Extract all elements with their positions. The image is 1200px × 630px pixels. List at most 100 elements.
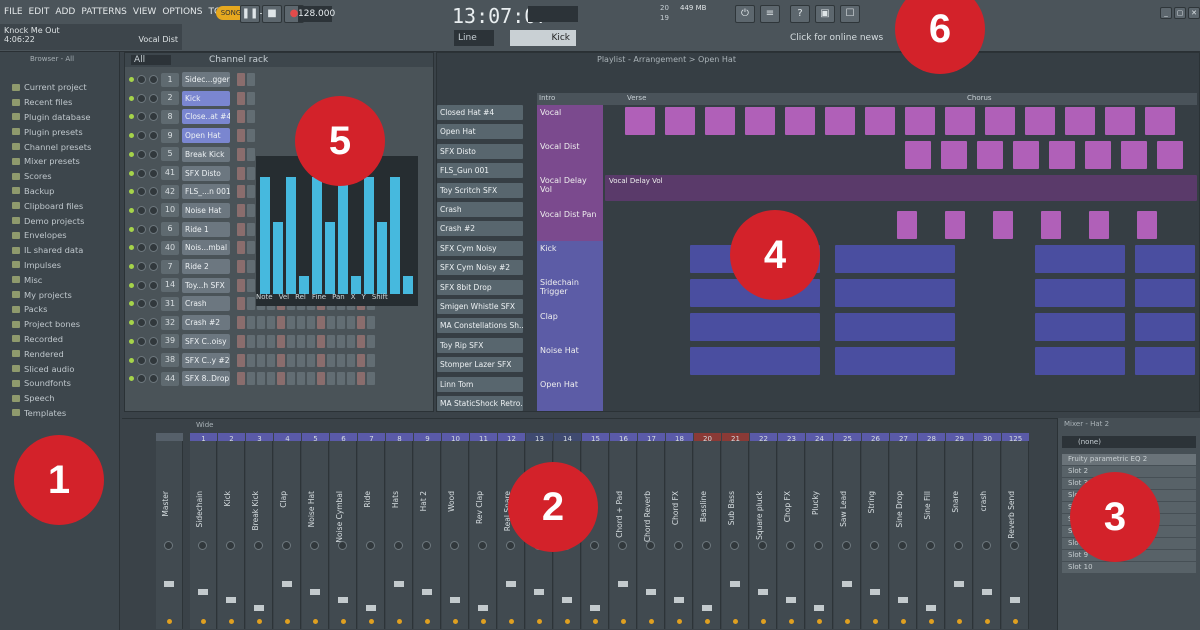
- clip-source-item[interactable]: Toy Scritch SFX: [437, 182, 523, 198]
- clip-source-item[interactable]: FLS_Gun 001: [437, 163, 523, 179]
- pattern-clip[interactable]: [1089, 211, 1109, 239]
- pan-knob[interactable]: [786, 541, 795, 550]
- pan-knob[interactable]: [137, 243, 146, 253]
- step-button[interactable]: [337, 372, 345, 386]
- channel-name-button[interactable]: Break Kick: [182, 146, 230, 162]
- step-button[interactable]: [247, 129, 255, 143]
- record-led[interactable]: [985, 619, 990, 624]
- volume-knob[interactable]: [149, 262, 158, 271]
- channel-led[interactable]: [129, 77, 134, 82]
- pattern-clip[interactable]: [1041, 211, 1061, 239]
- channel-name-button[interactable]: Sidec...gger: [182, 72, 230, 87]
- step-sequencer[interactable]: [237, 316, 375, 330]
- channel-led[interactable]: [129, 207, 134, 213]
- record-led[interactable]: [649, 619, 654, 624]
- step-button[interactable]: [297, 316, 305, 330]
- maximize-icon[interactable]: ▢: [1174, 7, 1186, 19]
- browser-item[interactable]: Envelopes: [0, 228, 119, 243]
- mixer-track-number[interactable]: 31: [161, 296, 179, 311]
- record-led[interactable]: [565, 619, 570, 624]
- volume-fader[interactable]: [842, 581, 852, 587]
- pan-knob[interactable]: [137, 112, 146, 122]
- step-button[interactable]: [307, 316, 315, 330]
- step-button[interactable]: [267, 334, 275, 348]
- mixer-track-snare[interactable]: Snare: [946, 441, 973, 629]
- step-sequencer[interactable]: [237, 372, 375, 386]
- mixer-track-reverb-send[interactable]: Reverb Send: [1002, 441, 1029, 629]
- volume-knob[interactable]: [149, 336, 158, 346]
- record-led[interactable]: [257, 619, 262, 624]
- channel-name-button[interactable]: SFX C..y #2: [182, 352, 230, 368]
- pan-knob[interactable]: [814, 541, 823, 550]
- volume-knob[interactable]: [149, 355, 158, 365]
- clip-source-item[interactable]: SFX 8bit Drop: [437, 279, 523, 295]
- pan-knob[interactable]: [137, 131, 146, 141]
- volume-fader[interactable]: [534, 589, 544, 595]
- save-icon[interactable]: ▣: [815, 5, 835, 23]
- volume-fader[interactable]: [786, 597, 796, 603]
- mixer-track-number[interactable]: 9: [161, 128, 179, 143]
- record-led[interactable]: [201, 619, 206, 624]
- pattern-clip[interactable]: [705, 107, 735, 135]
- mixer-track-hat-2[interactable]: Hat 2: [414, 441, 441, 629]
- mixer-track-number[interactable]: 38: [161, 353, 179, 367]
- channel-row[interactable]: 32 Crash #2: [129, 314, 375, 331]
- step-button[interactable]: [257, 316, 265, 330]
- pan-knob[interactable]: [137, 205, 146, 215]
- volume-fader[interactable]: [198, 589, 208, 595]
- mixer-track-number[interactable]: 32: [161, 315, 179, 330]
- browser-item[interactable]: Speech: [0, 391, 119, 406]
- channel-led[interactable]: [129, 264, 134, 269]
- step-button[interactable]: [307, 353, 315, 367]
- step-button[interactable]: [327, 353, 335, 367]
- mixer-track-noise-cymbal[interactable]: Noise Cymbal: [330, 441, 357, 629]
- playlist-track-header[interactable]: Sidechain Trigger: [537, 275, 603, 309]
- input-select[interactable]: (none): [1062, 436, 1196, 448]
- step-sequencer[interactable]: [237, 91, 255, 105]
- clip-source-item[interactable]: Stomper Lazer SFX: [437, 357, 523, 373]
- pan-knob[interactable]: [137, 355, 146, 365]
- mixer-track-number[interactable]: 10: [161, 203, 179, 218]
- step-button[interactable]: [237, 222, 245, 236]
- step-button[interactable]: [237, 297, 245, 311]
- mixer-track-bassline[interactable]: Bassline: [694, 441, 721, 629]
- volume-knob[interactable]: [149, 168, 158, 178]
- step-button[interactable]: [337, 316, 345, 330]
- step-sequencer[interactable]: [237, 110, 255, 124]
- step-button[interactable]: [237, 73, 245, 86]
- channel-led[interactable]: [129, 170, 134, 176]
- step-button[interactable]: [277, 372, 285, 386]
- menu-item-view[interactable]: VIEW: [133, 7, 156, 17]
- browser-item[interactable]: Recent files: [0, 95, 119, 110]
- mixer-track-number[interactable]: 2: [161, 91, 179, 106]
- volume-knob[interactable]: [149, 299, 158, 309]
- step-button[interactable]: [247, 297, 255, 311]
- mixer-track-number[interactable]: 7: [161, 259, 179, 274]
- mixer-track-square-pluck[interactable]: Square pluck: [750, 441, 777, 629]
- step-button[interactable]: [357, 334, 365, 348]
- playlist-track-header[interactable]: Vocal Dist: [537, 139, 603, 173]
- pattern-clip[interactable]: [665, 107, 695, 135]
- channel-name-button[interactable]: Toy...h SFX: [182, 277, 230, 293]
- menu-item-edit[interactable]: EDIT: [29, 7, 50, 17]
- step-sequencer[interactable]: [237, 353, 375, 367]
- record-led[interactable]: [481, 619, 486, 624]
- step-button[interactable]: [247, 147, 255, 161]
- browser-item[interactable]: Soundfonts: [0, 376, 119, 391]
- pattern-clip[interactable]: [1035, 279, 1125, 307]
- volume-fader[interactable]: [870, 589, 880, 595]
- channel-led[interactable]: [129, 376, 134, 382]
- record-led[interactable]: [425, 619, 430, 624]
- step-button[interactable]: [347, 353, 355, 367]
- volume-fader[interactable]: [590, 605, 600, 611]
- stop-button[interactable]: ■: [262, 5, 282, 23]
- pattern-clip[interactable]: [1145, 107, 1175, 135]
- clip-source-item[interactable]: SFX Cym Noisy #2: [437, 260, 523, 276]
- step-button[interactable]: [307, 334, 315, 348]
- step-button[interactable]: [287, 372, 295, 386]
- clip-source-item[interactable]: Smigen Whistle SFX: [437, 299, 523, 314]
- channel-name-button[interactable]: Nois...mbal: [182, 240, 230, 256]
- pattern-clip[interactable]: [605, 175, 1197, 201]
- step-button[interactable]: [327, 334, 335, 348]
- mixer-track-saw-lead[interactable]: Saw Lead: [834, 441, 861, 629]
